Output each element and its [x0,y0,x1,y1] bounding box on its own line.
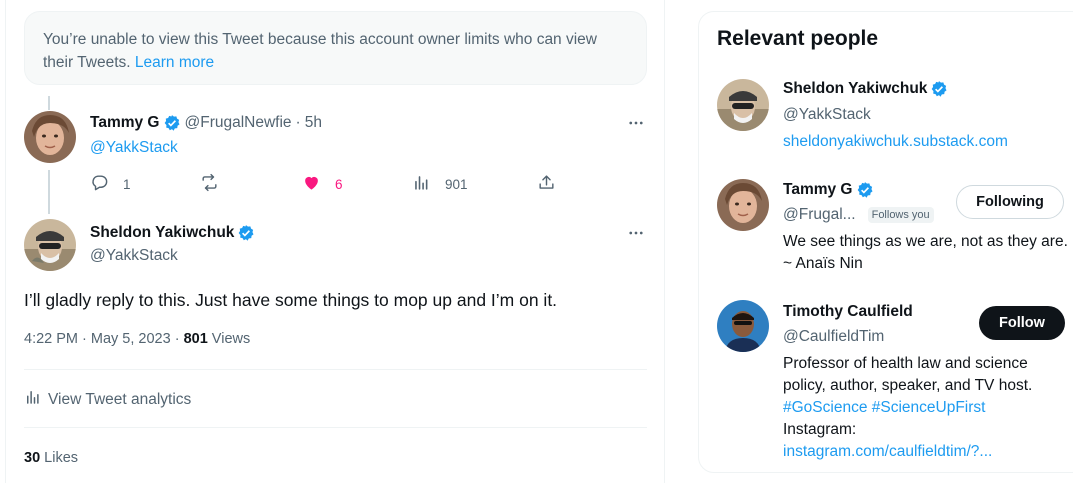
reply-count: 1 [123,176,131,192]
person-bio: Professor of health law and science poli… [783,353,1073,463]
tweet-views-label: Views [207,331,251,347]
likes-count: 30 [24,450,41,466]
more-icon[interactable] [626,223,646,243]
notice-text: You’re unable to view this Tweet because… [43,31,597,71]
reply-mention[interactable]: @YakkStack [90,139,178,157]
learn-more-link[interactable]: Learn more [135,54,214,71]
substack-link[interactable]: sheldonyakiwchuk.substack.com [783,133,1008,150]
divider [24,369,647,370]
person-name: Tammy G [783,181,853,198]
reply-author-name[interactable]: Tammy G [90,114,160,132]
restricted-tweet-notice: You’re unable to view this Tweet because… [24,11,647,85]
verified-icon [163,114,181,132]
avatar-tammy[interactable] [717,179,769,231]
reply-author-row: Tammy G @FrugalNewfie · 5h [90,114,322,132]
analytics-icon [24,388,48,411]
heart-icon [302,173,321,195]
views-button[interactable]: 901 [412,173,468,195]
person-handle[interactable]: @YakkStack [783,106,871,124]
likes-label: Likes [40,450,79,466]
tweet-column: You’re unable to view this Tweet because… [0,0,665,483]
retweet-button[interactable] [200,173,219,195]
main-author-handle[interactable]: @YakkStack [90,247,178,265]
instagram-link[interactable]: instagram.com/caulfieldtim/?... [783,441,1073,463]
bio-instagram-label: Instagram: [783,421,857,438]
tweet-meta: 4:22 PM · May 5, 2023 · 801 Views [24,331,250,347]
bio-text: Professor of health law and science poli… [783,355,1033,394]
following-button[interactable]: Following [956,185,1064,219]
views-count: 901 [445,176,468,192]
more-icon[interactable] [626,113,646,133]
person-bio: We see things as we are, not as they are… [783,233,1068,272]
person-link[interactable]: sheldonyakiwchuk.substack.com [783,131,1008,153]
divider [24,427,647,428]
analytics-label: View Tweet analytics [48,390,192,408]
avatar-sheldon[interactable] [717,79,769,131]
main-author-row: Sheldon Yakiwchuk [90,224,255,242]
verified-icon [930,80,948,98]
person-handle-row: @Frugal... Follows you [783,206,934,224]
verified-icon [856,181,874,199]
thread-line-top [48,96,50,110]
avatar-tammy[interactable] [24,111,76,163]
avatar-sheldon[interactable] [24,219,76,271]
follows-you-badge: Follows you [867,207,934,223]
tweet-timestamp[interactable]: 4:22 PM · May 5, 2023 · [24,331,184,347]
separator: · [295,114,301,131]
person-name-sheldon[interactable]: Sheldon Yakiwchuk [783,80,948,98]
reply-author-handle[interactable]: @FrugalNewfie [185,114,292,132]
person-name-timothy[interactable]: Timothy Caulfield [783,303,913,321]
share-icon [537,173,556,195]
thread-line [48,170,50,214]
retweet-icon [200,173,219,195]
relevant-people-title: Relevant people [717,27,879,50]
reply-icon [90,173,109,195]
reply-time[interactable]: 5h [305,114,322,132]
person-name: Timothy Caulfield [783,303,913,320]
person-name: Sheldon Yakiwchuk [783,80,928,97]
view-analytics-button[interactable]: View Tweet analytics [24,388,191,411]
like-button[interactable]: 6 [302,173,343,195]
like-count: 6 [335,176,343,192]
person-handle[interactable]: @CaulfieldTim [783,328,884,346]
avatar-timothy[interactable] [717,300,769,352]
tweet-views-count: 801 [183,331,208,347]
verified-icon [237,224,255,242]
likes-summary[interactable]: 30 Likes [24,450,78,466]
reply-button[interactable]: 1 [90,173,131,195]
views-icon [412,173,431,195]
person-handle[interactable]: @Frugal... [783,206,856,224]
bio-hashtags[interactable]: #GoScience #ScienceUpFirst [783,397,1073,419]
main-author-name[interactable]: Sheldon Yakiwchuk [90,224,234,242]
person-name-tammy[interactable]: Tammy G [783,181,874,199]
tweet-text: I’ll gladly reply to this. Just have som… [24,290,558,310]
share-button[interactable] [537,173,556,195]
follow-button[interactable]: Follow [979,306,1065,340]
